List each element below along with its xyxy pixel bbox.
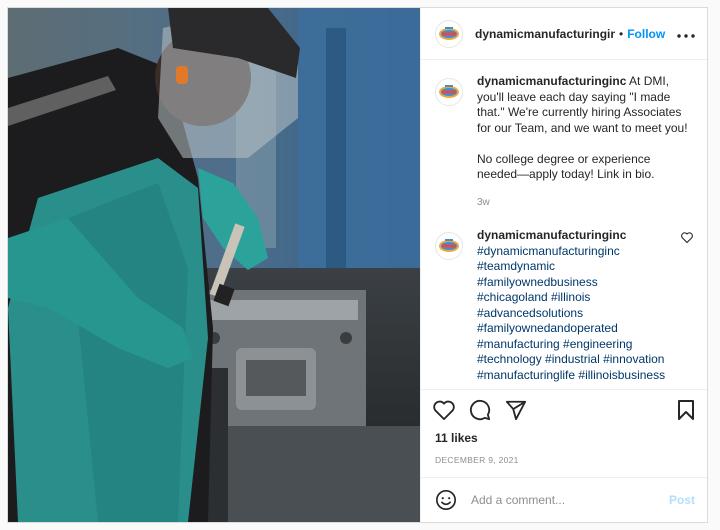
add-comment-bar: Post [421,478,707,522]
follow-button[interactable]: Follow [627,27,665,41]
hashtag-link[interactable]: #technology #industrial #innovation [477,352,681,368]
hashtag-list: #dynamicmanufacturinginc #teamdynamic #f… [477,244,681,384]
comment-username[interactable]: dynamicmanufacturinginc [477,228,626,242]
post-side-panel: dynamicmanufacturinginc • Follow dynamic… [420,8,707,522]
caption-username[interactable]: dynamicmanufacturinginc [477,74,626,88]
like-comment-heart-icon[interactable] [681,232,693,246]
avatar[interactable] [435,78,463,106]
worker-photo [8,8,420,522]
more-options-icon[interactable] [677,25,695,43]
post-header: dynamicmanufacturinginc • Follow [421,8,707,60]
comments-section[interactable]: dynamicmanufacturinginc At DMI, you'll l… [421,60,707,389]
caption: dynamicmanufacturinginc At DMI, you'll l… [435,74,693,210]
hashtag-link[interactable]: #manufacturing #engineering [477,337,681,353]
separator-dot: • [619,26,624,41]
post-comment-button[interactable]: Post [669,493,695,507]
hashtag-link[interactable]: #chicagoland #illinois [477,290,681,306]
avatar[interactable] [435,19,463,48]
share-send-icon[interactable] [505,399,527,421]
emoji-icon[interactable] [435,489,457,511]
comment: dynamicmanufacturinginc #dynamicmanufact… [435,228,693,383]
action-bar [421,389,707,429]
dmi-logo-icon [439,85,459,98]
hashtag-link[interactable]: #teamdynamic [477,259,681,275]
post-photo[interactable] [8,8,420,522]
hashtag-link[interactable]: #familyownedandoperated [477,321,681,337]
caption-body-2: No college degree or experience needed—a… [477,151,655,182]
comment-input[interactable] [471,493,669,507]
header-username[interactable]: dynamicmanufacturinginc [475,27,615,41]
post-date: DECEMBER 9, 2021 [421,445,707,478]
hashtag-link[interactable]: #manufacturinglife #illinoisbusiness [477,368,681,384]
hashtag-link[interactable]: #familyownedbusiness [477,275,681,291]
dmi-logo-icon [439,239,459,252]
avatar[interactable] [435,232,463,260]
caption-text: dynamicmanufacturinginc At DMI, you'll l… [477,74,689,210]
like-heart-icon[interactable] [433,400,455,420]
comment-bubble-icon[interactable] [469,399,491,421]
caption-timestamp[interactable]: 3w [477,195,689,211]
hashtag-link[interactable]: #dynamicmanufacturinginc [477,244,681,260]
likes-count[interactable]: 11 likes [421,429,707,445]
save-bookmark-icon[interactable] [677,399,695,421]
dmi-logo-icon [439,26,459,40]
hashtag-link[interactable]: #advancedsolutions [477,306,681,322]
comment-text: dynamicmanufacturinginc #dynamicmanufact… [477,228,681,383]
instagram-post: dynamicmanufacturinginc • Follow dynamic… [7,7,708,523]
